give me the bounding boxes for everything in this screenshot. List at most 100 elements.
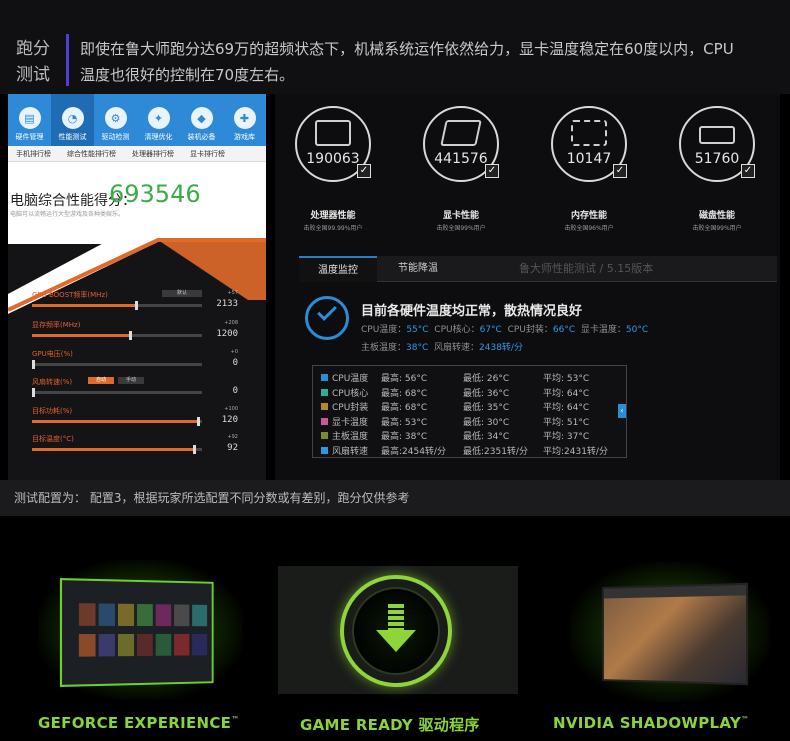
toolbar-performance-button[interactable]: ◔ 性能测试 (51, 94, 94, 146)
msi-slider-handle[interactable] (193, 445, 197, 454)
temp-avg: 平均: 64°C (543, 403, 590, 413)
cpu-rank-text: 击败全国99.99%用户 (303, 225, 363, 232)
msi-slider-value: 2133 (216, 299, 238, 309)
category-cpu: 190063 ✓ 处理器性能 击败全国99.99%用户 (275, 106, 375, 236)
category-memory: 10147 ✓ 内存性能 击败全国96%用户 (531, 106, 631, 236)
msi-slider-handle[interactable] (135, 301, 139, 310)
banner-divider (66, 34, 69, 86)
msi-slider-value: 92 (227, 443, 238, 453)
section-label-line1: 跑分 (16, 39, 50, 59)
msi-slider-value: 120 (221, 415, 238, 425)
msi-fan-manual-button[interactable]: 手动 (118, 377, 144, 384)
toolbar-hardware-button[interactable]: ▤ 硬件管理 (8, 94, 51, 146)
gpu-rank-text: 击败全国99%用户 (436, 225, 486, 232)
msi-slider-handle[interactable] (32, 388, 35, 397)
ranking-subtabs: 手机排行榜 综合性能排行榜 处理器排行榜 显卡排行榜 (8, 146, 266, 162)
msi-slider-offset: +208 (224, 320, 238, 326)
check-icon: ✓ (613, 164, 627, 178)
memory-icon (571, 120, 607, 146)
msi-default-button[interactable]: 默认 (162, 290, 202, 297)
gpu-name: 显卡性能 (442, 211, 479, 221)
msi-slider-track[interactable] (32, 301, 202, 310)
msi-slider-track[interactable] (32, 445, 202, 454)
msi-slider-track[interactable] (32, 331, 202, 340)
msi-slider-fill (32, 420, 199, 423)
toolbar-driver-button[interactable]: ⚙ 驱动检测 (94, 94, 137, 146)
check-icon: ✓ (485, 164, 499, 178)
series-color-swatch (321, 417, 328, 425)
msi-slider-track[interactable] (32, 360, 202, 369)
feature-label-game-ready: GAME READY 驱动程序 (300, 716, 480, 734)
temp-avg: 平均: 51°C (543, 417, 590, 428)
memory-name: 内存性能 (570, 211, 607, 221)
msi-slider-track[interactable] (32, 417, 202, 426)
toolbar-cleanup-button[interactable]: ✦ 清理优化 (137, 94, 180, 146)
msi-slider-value: 0 (232, 358, 238, 368)
temp-min: 最低: 35°C (463, 403, 510, 413)
tab-temperature-monitor[interactable]: 温度监控 (299, 256, 377, 282)
series-color-swatch (321, 403, 328, 410)
intro-banner: 跑分 测试 即使在鲁大师跑分达69万的超频状态下，机械系统运作依然给力，显卡温度… (0, 0, 790, 94)
disk-rank-text: 击败全国99%用户 (692, 225, 742, 232)
game-tile (98, 603, 115, 626)
msi-fan-auto-button[interactable]: 自动 (88, 377, 114, 384)
disk-icon (699, 126, 735, 144)
temp-min: 最低: 26°C (463, 374, 510, 384)
msi-slider-label: GPU BOOST频率(MHz) (32, 291, 108, 299)
temp-max: 最高:2454转/分 (381, 446, 446, 457)
series-color-swatch (321, 388, 328, 396)
temp-avg: 平均:2431转/分 (543, 446, 608, 457)
msi-slider-offset: +57 (227, 290, 238, 296)
temp-min: 最低:2351转/分 (463, 446, 528, 457)
check-icon: ✓ (741, 164, 755, 178)
game-tile (98, 634, 115, 657)
feature-label-shadowplay: NVIDIA SHADOWPLAY™ (553, 714, 750, 732)
benchmark-app-screenshot: ▤ 硬件管理 ◔ 性能测试 ⚙ 驱动检测 ✦ 清理优化 ◆ 装机必备 ✚ 游戏库 手机排行榜… (8, 94, 266, 480)
subtab-cpu-rank[interactable]: 处理器排行榜 (124, 149, 182, 159)
section-label-line2: 测试 (16, 65, 50, 85)
subtab-gpu-rank[interactable]: 显卡排行榜 (182, 149, 233, 159)
game-tile (78, 603, 96, 626)
toolbar-essentials-button[interactable]: ◆ 装机必备 (180, 94, 223, 146)
msi-slider-handle[interactable] (32, 360, 35, 369)
game-tile (117, 634, 135, 657)
cpu-name: 处理器性能 (310, 211, 356, 221)
game-tile (155, 633, 172, 656)
temp-avg: 平均: 53°C (543, 374, 590, 384)
temp-avg: 平均: 64°C (543, 388, 590, 399)
shadowplay-image (602, 582, 749, 686)
temp-sensor-name: 主板温度 (332, 432, 369, 442)
app-version-title: 鲁大师性能测试 / 5.15版本 (519, 262, 654, 275)
msi-slider-value: 1200 (216, 329, 238, 339)
memory-rank-text: 击败全国96%用户 (564, 225, 614, 232)
msi-slider-row: 风扇转速(%) 0 自动 手动 (32, 377, 238, 407)
temp-max: 最高: 68°C (381, 403, 428, 413)
gpu-cube-icon (440, 120, 482, 146)
gamepad-icon: ✚ (233, 107, 256, 129)
msi-slider-label: 目标温度(°C) (32, 435, 74, 443)
tab-energy-saving[interactable]: 节能降温 (379, 256, 457, 282)
game-tile (174, 633, 190, 656)
game-tile (117, 603, 135, 626)
toolbar-games-button[interactable]: ✚ 游戏库 (223, 94, 266, 146)
msi-slider-label: 显存频率(MHz) (32, 321, 81, 329)
download-arrow-head-icon (376, 630, 416, 652)
section-label: 跑分 测试 (16, 36, 60, 88)
msi-slider-fill (32, 304, 138, 307)
subtab-phone-rank[interactable]: 手机排行榜 (8, 149, 59, 159)
collapse-arrow-icon[interactable]: ‹ (618, 404, 626, 418)
msi-slider-handle[interactable] (196, 417, 200, 426)
geforce-experience-image (59, 578, 214, 687)
msi-slider-offset: +100 (224, 406, 238, 412)
status-line-1: CPU温度：55°C CPU核心：67°C CPU封装：66°C 显卡温度：50… (361, 325, 649, 335)
subtab-overall-rank[interactable]: 综合性能排行榜 (59, 149, 124, 159)
msi-slider-label: 风扇转速(%) (32, 378, 73, 386)
msi-slider-handle[interactable] (128, 331, 132, 340)
gauge-icon: ◔ (61, 107, 84, 129)
msi-slider-track[interactable] (32, 388, 202, 397)
msi-slider-value: 0 (232, 386, 238, 396)
temp-min: 最低: 36°C (463, 388, 510, 399)
temp-min: 最低: 34°C (463, 432, 510, 442)
game-tile (155, 604, 172, 627)
test-config-text: 测试配置为： 配置3，根据玩家所选配置不同分数或有差别，跑分仅供参考 (14, 491, 410, 505)
